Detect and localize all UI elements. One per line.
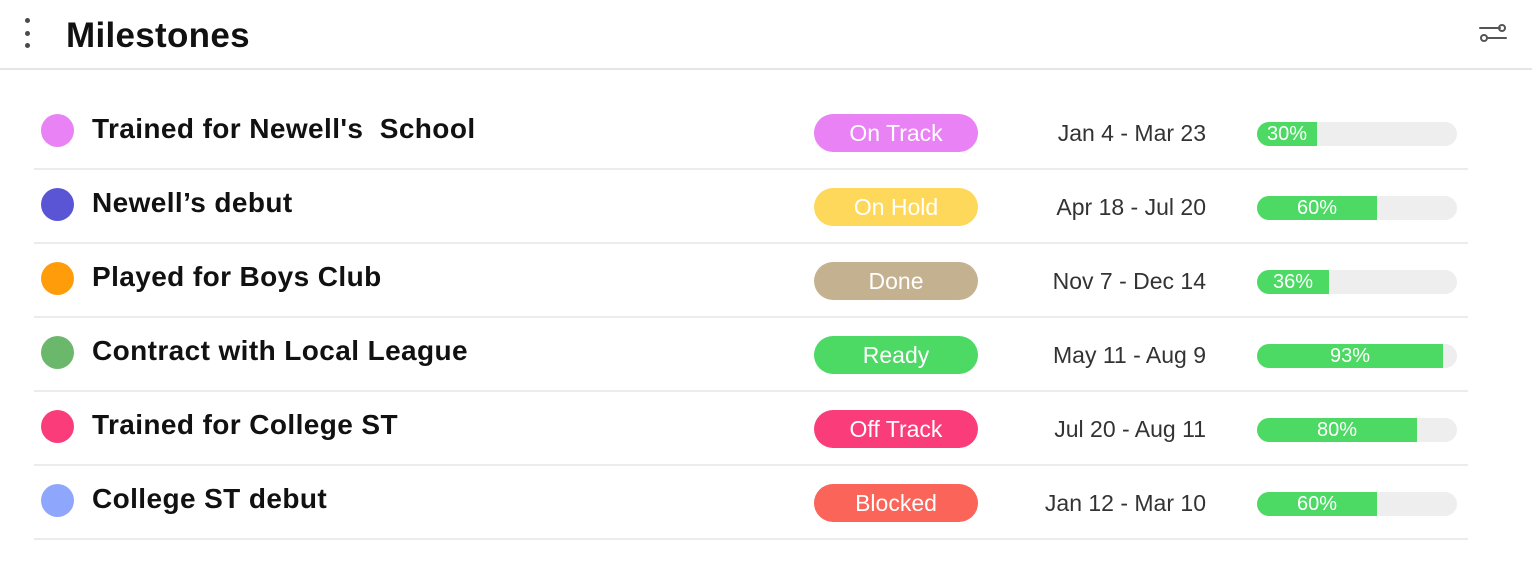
progress-bar: 80% <box>1257 418 1457 442</box>
milestone-row[interactable]: Newell’s debut On Hold Apr 18 - Jul 20 6… <box>34 170 1468 244</box>
milestone-name: Trained for Newell's School <box>92 113 476 144</box>
status-badge[interactable]: Done <box>814 262 978 300</box>
progress-fill: 93% <box>1257 344 1443 368</box>
milestone-row[interactable]: Played for Boys Club Done Nov 7 - Dec 14… <box>34 244 1468 318</box>
progress-bar: 60% <box>1257 196 1457 220</box>
date-range: Apr 18 - Jul 20 <box>1056 194 1206 220</box>
status-badge[interactable]: Ready <box>814 336 978 374</box>
page-title: Milestones <box>66 16 250 55</box>
date-range: Jan 4 - Mar 23 <box>1057 120 1206 146</box>
progress-bar: 30% <box>1257 122 1457 146</box>
status-badge[interactable]: Off Track <box>814 410 978 448</box>
milestone-name: Contract with Local League <box>92 335 468 366</box>
progress-fill: 60% <box>1257 492 1377 516</box>
milestone-list: Trained for Newell's School On Track Jan… <box>34 96 1468 540</box>
status-badge[interactable]: On Hold <box>814 188 978 226</box>
progress-fill: 80% <box>1257 418 1417 442</box>
panel-header: Milestones <box>0 0 1532 70</box>
milestone-row[interactable]: Trained for Newell's School On Track Jan… <box>34 96 1468 170</box>
progress-fill: 60% <box>1257 196 1377 220</box>
milestone-row[interactable]: Trained for College ST Off Track Jul 20 … <box>34 392 1468 466</box>
status-badge[interactable]: On Track <box>814 114 978 152</box>
date-range: May 11 - Aug 9 <box>1053 342 1206 368</box>
date-range: Jan 12 - Mar 10 <box>1044 490 1206 516</box>
vertical-dots-icon[interactable] <box>16 18 38 48</box>
milestone-name: Newell’s debut <box>92 187 293 218</box>
status-badge[interactable]: Blocked <box>814 484 978 522</box>
color-dot <box>41 262 74 295</box>
progress-bar: 93% <box>1257 344 1457 368</box>
color-dot <box>41 410 74 443</box>
milestone-name: Played for Boys Club <box>92 261 382 292</box>
milestone-row[interactable]: Contract with Local League Ready May 11 … <box>34 318 1468 392</box>
progress-bar: 60% <box>1257 492 1457 516</box>
date-range: Nov 7 - Dec 14 <box>1052 268 1206 294</box>
progress-fill: 30% <box>1257 122 1317 146</box>
milestone-row[interactable]: College ST debut Blocked Jan 12 - Mar 10… <box>34 466 1468 540</box>
color-dot <box>41 484 74 517</box>
milestone-name: College ST debut <box>92 483 328 514</box>
sliders-icon[interactable] <box>1478 18 1508 48</box>
progress-bar: 36% <box>1257 270 1457 294</box>
milestone-name: Trained for College ST <box>92 409 398 440</box>
color-dot <box>41 336 74 369</box>
milestones-panel: Milestones Trained for Newell's School O… <box>0 0 1532 588</box>
date-range: Jul 20 - Aug 11 <box>1054 416 1206 442</box>
color-dot <box>41 114 74 147</box>
color-dot <box>41 188 74 221</box>
progress-fill: 36% <box>1257 270 1329 294</box>
